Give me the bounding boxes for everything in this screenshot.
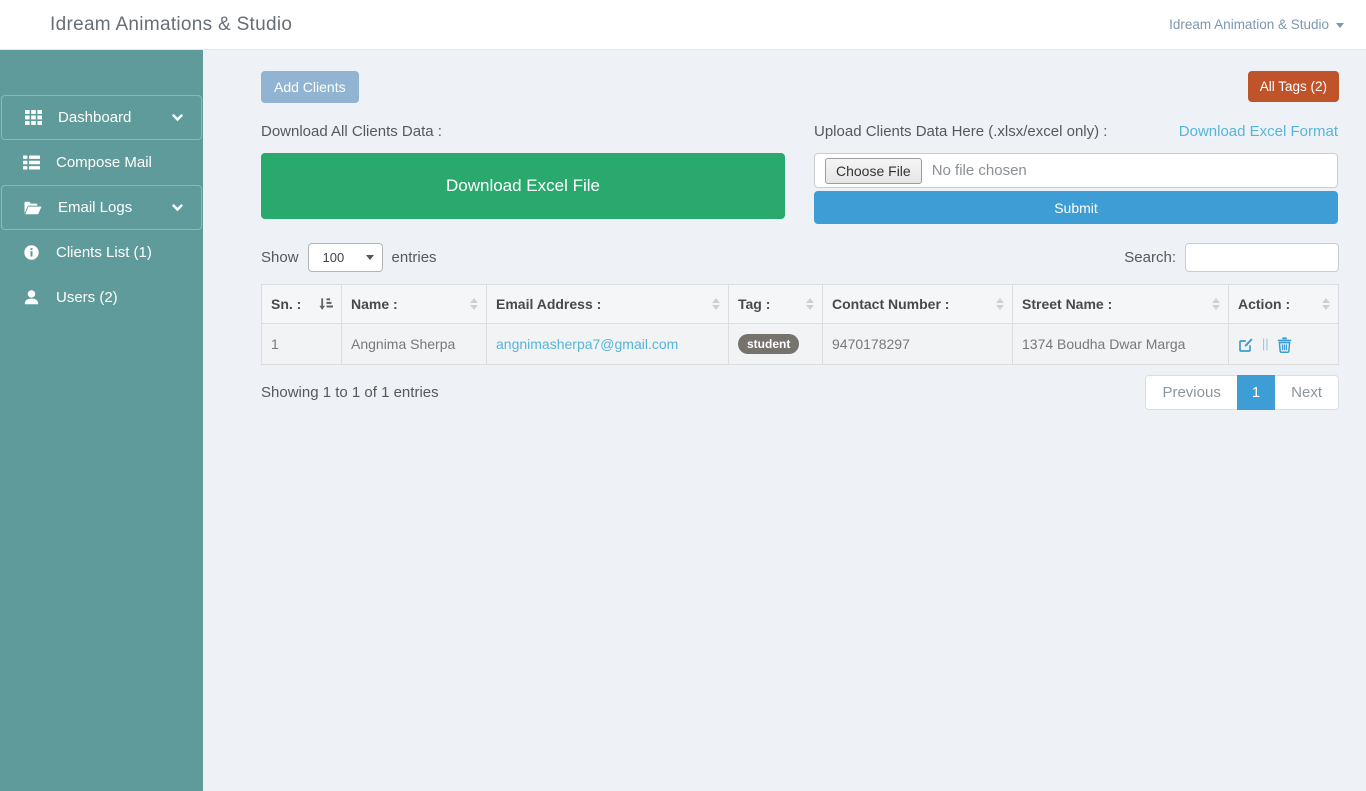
cell-email: angnimasherpa7@gmail.com	[486, 323, 729, 365]
cell-street: 1374 Boudha Dwar Marga	[1012, 323, 1229, 365]
sort-both-icon	[712, 298, 720, 310]
edit-icon[interactable]	[1238, 337, 1254, 353]
sidebar-item-label: Users (2)	[56, 289, 118, 306]
account-menu-label: Idream Animation & Studio	[1169, 17, 1329, 32]
action-separator: ||	[1261, 336, 1269, 352]
column-header-contact[interactable]: Contact Number :	[822, 284, 1013, 324]
sidebar-item-label: Clients List (1)	[56, 244, 152, 261]
search-input[interactable]	[1185, 243, 1339, 272]
download-excel-button[interactable]: Download Excel File	[261, 153, 785, 219]
main-content: Add Clients All Tags (2) Download All Cl…	[203, 50, 1366, 791]
sort-amount-asc-icon	[319, 298, 333, 311]
download-excel-format-link[interactable]: Download Excel Format	[1179, 123, 1338, 140]
sidebar-item-label: Email Logs	[58, 199, 133, 216]
sidebar: Dashboard Compose Mail Email Logs Client…	[0, 50, 203, 791]
upload-section-label: Upload Clients Data Here (.xlsx/excel on…	[814, 123, 1108, 140]
table-row: 1 Angnima Sherpa angnimasherpa7@gmail.co…	[261, 323, 1339, 365]
sort-both-icon	[1322, 298, 1330, 310]
search-label: Search:	[1124, 249, 1176, 266]
column-header-street[interactable]: Street Name :	[1012, 284, 1229, 324]
cell-name: Angnima Sherpa	[341, 323, 487, 365]
table-header-row: Sn. : Name : Email Address: Tag: Conta…	[261, 284, 1339, 324]
caret-down-icon	[1336, 23, 1344, 28]
sidebar-item-label: Compose Mail	[56, 154, 152, 171]
sidebar-item-compose-mail[interactable]: Compose Mail	[0, 140, 203, 185]
column-header-action[interactable]: Action :	[1228, 284, 1339, 324]
pagination: Previous 1 Next	[1145, 375, 1339, 410]
show-label: Show	[261, 249, 299, 266]
top-header: Idream Animations & Studio Idream Animat…	[0, 0, 1366, 50]
clients-table: Sn. : Name : Email Address: Tag: Conta…	[261, 284, 1339, 365]
choose-file-button[interactable]: Choose File	[825, 157, 922, 184]
next-page-button[interactable]: Next	[1275, 375, 1339, 410]
tag-badge: student	[738, 334, 800, 354]
sidebar-item-clients-list[interactable]: Clients List (1)	[0, 230, 203, 275]
folder-open-icon	[23, 201, 43, 215]
email-link[interactable]: angnimasherpa7@gmail.com	[496, 336, 678, 352]
upload-section: Upload Clients Data Here (.xlsx/excel on…	[814, 119, 1338, 224]
previous-page-button[interactable]: Previous	[1145, 375, 1237, 410]
sort-both-icon	[806, 298, 814, 310]
info-circle-icon	[21, 245, 41, 260]
all-tags-button[interactable]: All Tags (2)	[1247, 71, 1339, 102]
download-section: Download All Clients Data : Download Exc…	[261, 119, 785, 224]
app-title: Idream Animations & Studio	[50, 13, 293, 35]
column-header-name[interactable]: Name :	[341, 284, 487, 324]
file-status-text: No file chosen	[931, 162, 1027, 179]
th-grid-icon	[23, 110, 43, 125]
sidebar-item-email-logs[interactable]: Email Logs	[1, 185, 202, 230]
download-section-label: Download All Clients Data :	[261, 123, 442, 140]
cell-sn: 1	[261, 323, 342, 365]
page-length-select[interactable]: 100	[307, 243, 383, 272]
page-1-button[interactable]: 1	[1236, 375, 1276, 410]
file-upload-input[interactable]: Choose File No file chosen	[814, 153, 1338, 188]
sidebar-item-users[interactable]: Users (2)	[0, 275, 203, 320]
column-header-sn[interactable]: Sn. :	[261, 284, 342, 324]
sort-both-icon	[470, 298, 478, 310]
add-clients-button[interactable]: Add Clients	[261, 71, 359, 103]
entries-label: entries	[391, 249, 437, 266]
cell-action: ||	[1228, 323, 1339, 365]
cell-tag: student	[728, 323, 823, 365]
chevron-down-icon	[172, 203, 183, 212]
table-summary: Showing 1 to 1 of 1 entries	[261, 384, 439, 401]
account-menu-dropdown[interactable]: Idream Animation & Studio	[1169, 17, 1344, 32]
column-header-email[interactable]: Email Address :	[486, 284, 729, 324]
list-icon	[21, 155, 41, 170]
user-icon	[21, 290, 41, 305]
sort-both-icon	[996, 298, 1004, 310]
sidebar-item-dashboard[interactable]: Dashboard	[1, 95, 202, 140]
cell-contact: 9470178297	[822, 323, 1013, 365]
chevron-down-icon	[172, 113, 183, 122]
column-header-tag[interactable]: Tag :	[728, 284, 823, 324]
delete-trash-icon[interactable]	[1277, 337, 1292, 353]
submit-button[interactable]: Submit	[814, 191, 1338, 224]
sort-both-icon	[1212, 298, 1220, 310]
sidebar-item-label: Dashboard	[58, 109, 132, 126]
